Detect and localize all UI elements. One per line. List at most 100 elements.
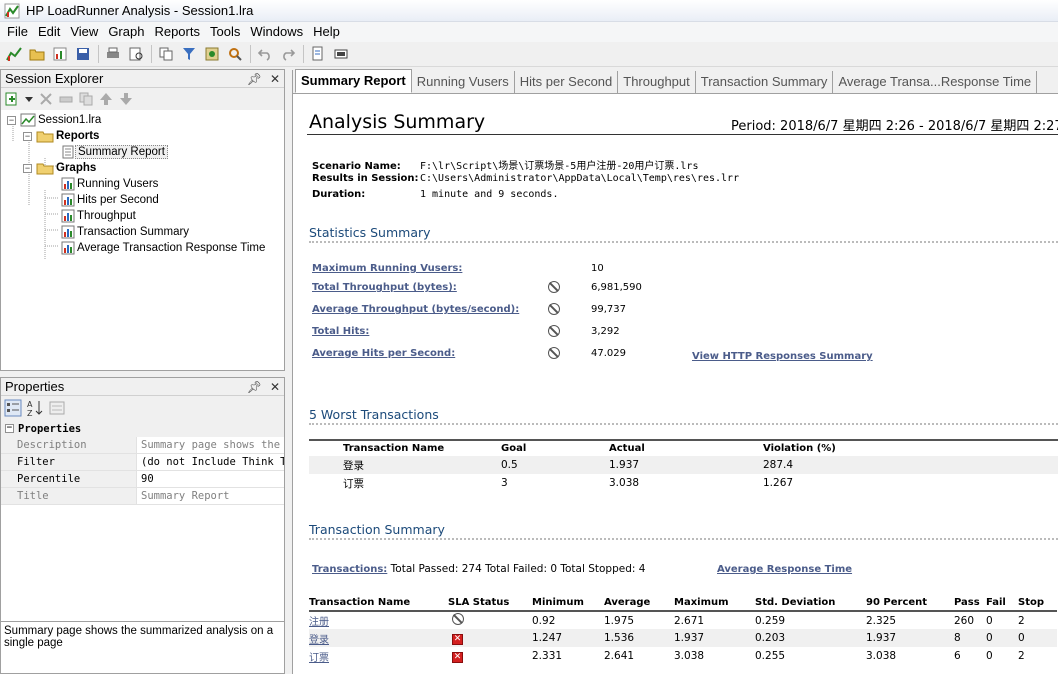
pin-icon[interactable]: 📌︎ [247,72,262,86]
save-icon[interactable] [72,43,94,65]
settings-icon[interactable] [201,43,223,65]
tab-average-transa-response-time[interactable]: Average Transa...Response Time [833,71,1038,93]
worst-transactions-table: Transaction Name Goal Actual Violation (%) 登… [309,439,1058,492]
property-key: Percentile [1,471,137,487]
print-icon[interactable] [102,43,124,65]
tree-node-graph[interactable]: Average Transaction Response Time [61,240,267,256]
menu-tools[interactable]: Tools [205,22,245,42]
filter-icon[interactable] [178,43,200,65]
property-value[interactable]: 90 [137,471,284,487]
table-cell: 3 [501,477,508,489]
statistic-link[interactable]: Average Throughput (bytes/second): [312,304,519,315]
tree-node-graphs[interactable]: − Graphs [23,160,98,176]
property-row[interactable]: Filter(do not Include Think Time) [1,454,284,471]
statistic-link[interactable]: Average Hits per Second: [312,348,455,359]
print-preview-icon[interactable] [125,43,147,65]
menu-reports[interactable]: Reports [149,22,205,42]
transaction-name-link[interactable]: 登录 [309,635,329,646]
table-cell: 0 [986,614,993,627]
sort-alphabetical-icon[interactable]: AZ [26,399,44,417]
tree-node-reports[interactable]: − Reports [23,128,101,144]
property-key: Filter [1,454,137,470]
tree-node-graph[interactable]: Running Vusers [61,176,160,192]
delete-icon[interactable] [38,91,54,107]
property-row[interactable]: Title Summary Report [1,488,284,505]
pin-icon[interactable]: 📌︎ [247,380,262,394]
menu-view[interactable]: View [65,22,103,42]
dropdown-arrow-icon[interactable] [24,91,34,107]
table-cell: 2 [1018,614,1025,627]
report-icon[interactable] [307,43,329,65]
menu-help[interactable]: Help [308,22,345,42]
property-row[interactable]: Percentile 90 [1,471,284,488]
tree-node-session[interactable]: − Session1.lra [7,112,103,128]
menu-edit[interactable]: Edit [33,22,65,42]
transaction-name-link[interactable]: 注册 [309,617,329,628]
property-value[interactable]: Summary Report [137,488,284,504]
find-icon[interactable] [224,43,246,65]
menu-windows[interactable]: Windows [245,22,308,42]
menu-file[interactable]: File [2,22,33,42]
table-cell: 1.937 [609,456,763,474]
not-applicable-icon [548,325,560,340]
export-icon[interactable] [330,43,352,65]
close-icon[interactable]: ✕ [270,380,280,394]
table-cell: 8 [954,629,986,647]
average-response-time-link[interactable]: Average Response Time [717,564,852,575]
graph-icon [61,241,75,255]
move-up-icon[interactable] [98,91,114,107]
column-header: Fail [986,597,1006,608]
table-cell: 1.267 [763,477,794,489]
tab-summary-report[interactable]: Summary Report [295,69,412,93]
tab-hits-per-second[interactable]: Hits per Second [515,71,619,93]
statistic-link[interactable]: Total Throughput (bytes): [312,282,457,293]
move-down-icon[interactable] [118,91,134,107]
table-cell: 0.255 [755,650,786,662]
tree-node-graph[interactable]: Transaction Summary [61,224,191,240]
session-explorer-title: Session Explorer [5,71,104,86]
tab-transaction-summary[interactable]: Transaction Summary [696,71,834,93]
property-value[interactable]: Summary page shows the summarized analys… [137,437,284,453]
redo-icon[interactable] [277,43,299,65]
column-header: Pass [954,597,980,608]
collapse-icon[interactable]: − [5,424,14,433]
results-row: Results in Session:C:\Users\Administrato… [312,173,739,184]
tab-running-vusers[interactable]: Running Vusers [412,71,515,93]
tree-node-summary-report[interactable]: Summary Report [61,144,168,160]
categorized-icon[interactable] [4,399,22,417]
property-row[interactable]: DescriptionSummary page shows the summar… [1,437,284,454]
http-responses-link[interactable]: View HTTP Responses Summary [692,351,873,362]
tab-throughput[interactable]: Throughput [618,71,696,93]
session-explorer-toolbar [1,88,284,110]
tree-node-graph[interactable]: Hits per Second [61,192,161,208]
transaction-name-link[interactable]: 订票 [309,653,329,664]
undo-icon[interactable] [254,43,276,65]
close-icon[interactable]: ✕ [270,72,280,86]
collapse-icon[interactable]: − [7,115,16,125]
new-session-icon[interactable] [3,43,25,65]
property-value[interactable]: (do not Include Think Time) [137,454,284,470]
transactions-link[interactable]: Transactions: [312,564,387,575]
add-item-icon[interactable] [4,91,20,107]
copy-icon[interactable] [155,43,177,65]
property-pages-icon[interactable] [48,399,66,417]
table-cell: 1.536 [604,629,674,647]
toolbar-separator [151,45,152,63]
collapse-icon[interactable]: − [23,131,32,141]
statistic-link[interactable]: Maximum Running Vusers: [312,263,462,274]
collapse-icon[interactable]: − [23,163,32,173]
not-applicable-icon [452,613,464,625]
statistic-link[interactable]: Total Hits: [312,326,369,337]
tree-node-graph[interactable]: Throughput [61,208,138,224]
duplicate-icon[interactable] [78,91,94,107]
statistic-row: Total Hits: 3,292 [312,325,1052,342]
results-label: Results in Session: [312,173,419,184]
table-cell: 0 [986,650,993,662]
rename-icon[interactable] [58,91,74,107]
menu-graph[interactable]: Graph [103,22,149,42]
column-header: Transaction Name [343,443,445,454]
property-category[interactable]: − Properties [1,420,284,437]
add-graph-icon[interactable] [49,43,71,65]
open-icon[interactable] [26,43,48,65]
graph-icon [61,193,75,207]
